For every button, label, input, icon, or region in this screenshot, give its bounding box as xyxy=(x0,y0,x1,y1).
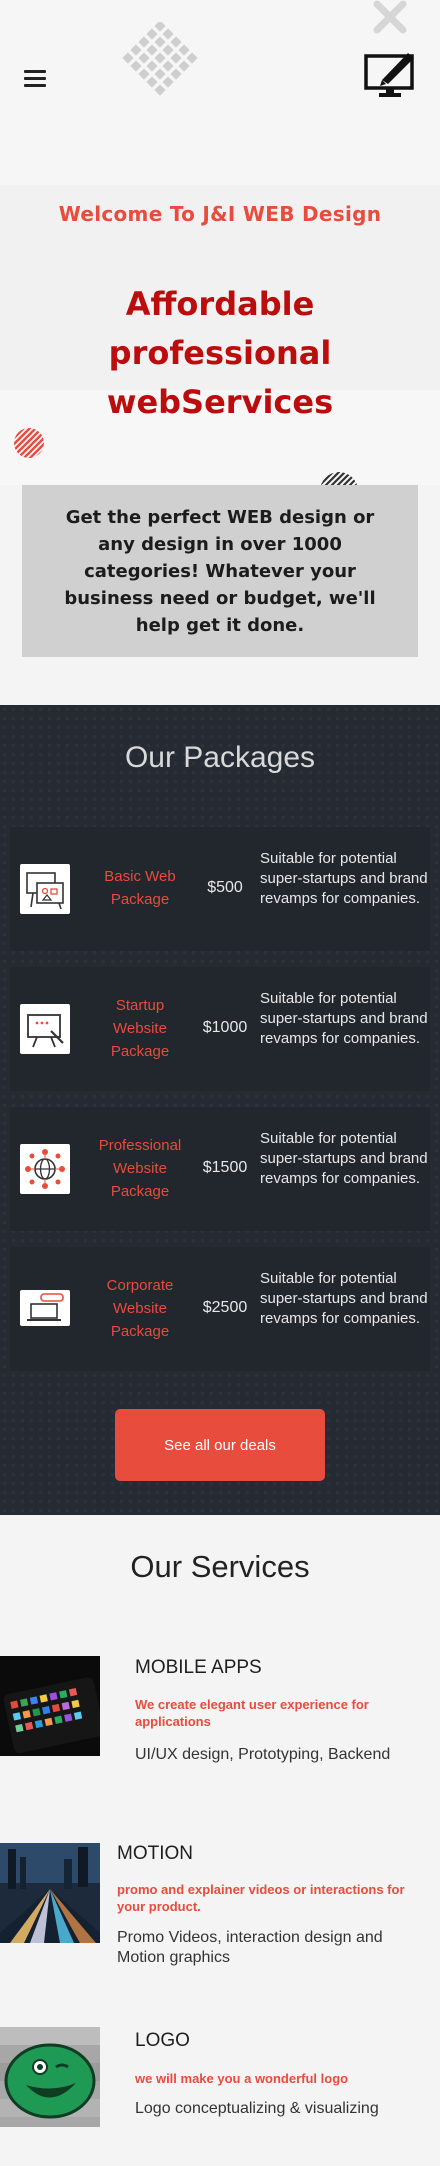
package-name: Professional Website Package xyxy=(98,1137,182,1200)
services-title: Our Services xyxy=(130,1549,310,1584)
monitor-pen-icon[interactable] xyxy=(362,50,418,100)
logo-image xyxy=(0,2027,100,2127)
package-price: $1500 xyxy=(202,1159,248,1176)
package-description: Suitable for potential super-startups an… xyxy=(260,1130,428,1187)
service-description: Logo conceptualizing & visualizing xyxy=(135,2100,379,2117)
see-all-deals-button[interactable]: See all our deals xyxy=(115,1409,325,1481)
laptop-icon xyxy=(20,1290,70,1326)
packages-section: Our Packages Basic Web Package $500 Suit… xyxy=(0,705,440,1515)
hero-section: Welcome To J&I WEB Design Affordable pro… xyxy=(0,0,440,705)
package-description: Suitable for potential super-startups an… xyxy=(260,990,428,1047)
diamond-pattern-decoration xyxy=(122,22,198,96)
hero-title: Affordable professional webServices xyxy=(106,285,334,421)
package-card-startup[interactable]: Startup Website Package $1000 Suitable f… xyxy=(10,967,430,1091)
welcome-heading: Welcome To J&I WEB Design xyxy=(58,202,382,226)
package-name: Basic Web Package xyxy=(104,868,176,908)
easel-chart-icon xyxy=(20,1004,70,1054)
promo-box: Get the perfect WEB design or any design… xyxy=(22,485,418,657)
package-name: Startup Website Package xyxy=(110,997,170,1060)
package-price: $500 xyxy=(207,879,243,896)
package-description: Suitable for potential super-startups an… xyxy=(260,1270,428,1327)
service-heading: LOGO xyxy=(135,2030,190,2051)
service-heading: MOBILE APPS xyxy=(135,1657,262,1678)
package-name: Corporate Website Package xyxy=(106,1277,174,1340)
service-heading: MOTION xyxy=(117,1843,193,1864)
motion-image xyxy=(0,1843,100,1943)
package-card-professional[interactable]: Professional Website Package $1500 Suita… xyxy=(10,1107,430,1231)
hamburger-menu-icon[interactable] xyxy=(24,70,46,90)
promo-text: Get the perfect WEB design or any design… xyxy=(64,506,376,636)
service-subtitle: We create elegant user experience for ap… xyxy=(135,1697,369,1729)
service-description: UI/UX design, Prototyping, Backend xyxy=(135,1746,391,1763)
package-price: $2500 xyxy=(202,1299,248,1316)
service-description: Promo Videos, interaction design and Mot… xyxy=(117,1929,383,1966)
globe-network-icon xyxy=(20,1144,70,1194)
package-card-corporate[interactable]: Corporate Website Package $2500 Suitable… xyxy=(10,1247,430,1371)
service-subtitle: promo and explainer videos or interactio… xyxy=(117,1882,405,1914)
packages-title: Our Packages xyxy=(124,741,316,774)
presentation-board-icon xyxy=(20,864,70,914)
package-price: $1000 xyxy=(202,1019,248,1036)
services-section: Our Services MOBILE APPS We create elega… xyxy=(0,1515,440,2166)
package-card-basic[interactable]: Basic Web Package $500 Suitable for pote… xyxy=(10,827,430,951)
service-subtitle: we will make you a wonderful logo xyxy=(135,2071,349,2086)
mobile-apps-image xyxy=(0,1656,100,1756)
striped-circle-decoration xyxy=(14,428,44,458)
x-shape-decoration xyxy=(373,0,407,34)
package-description: Suitable for potential super-startups an… xyxy=(260,850,428,907)
